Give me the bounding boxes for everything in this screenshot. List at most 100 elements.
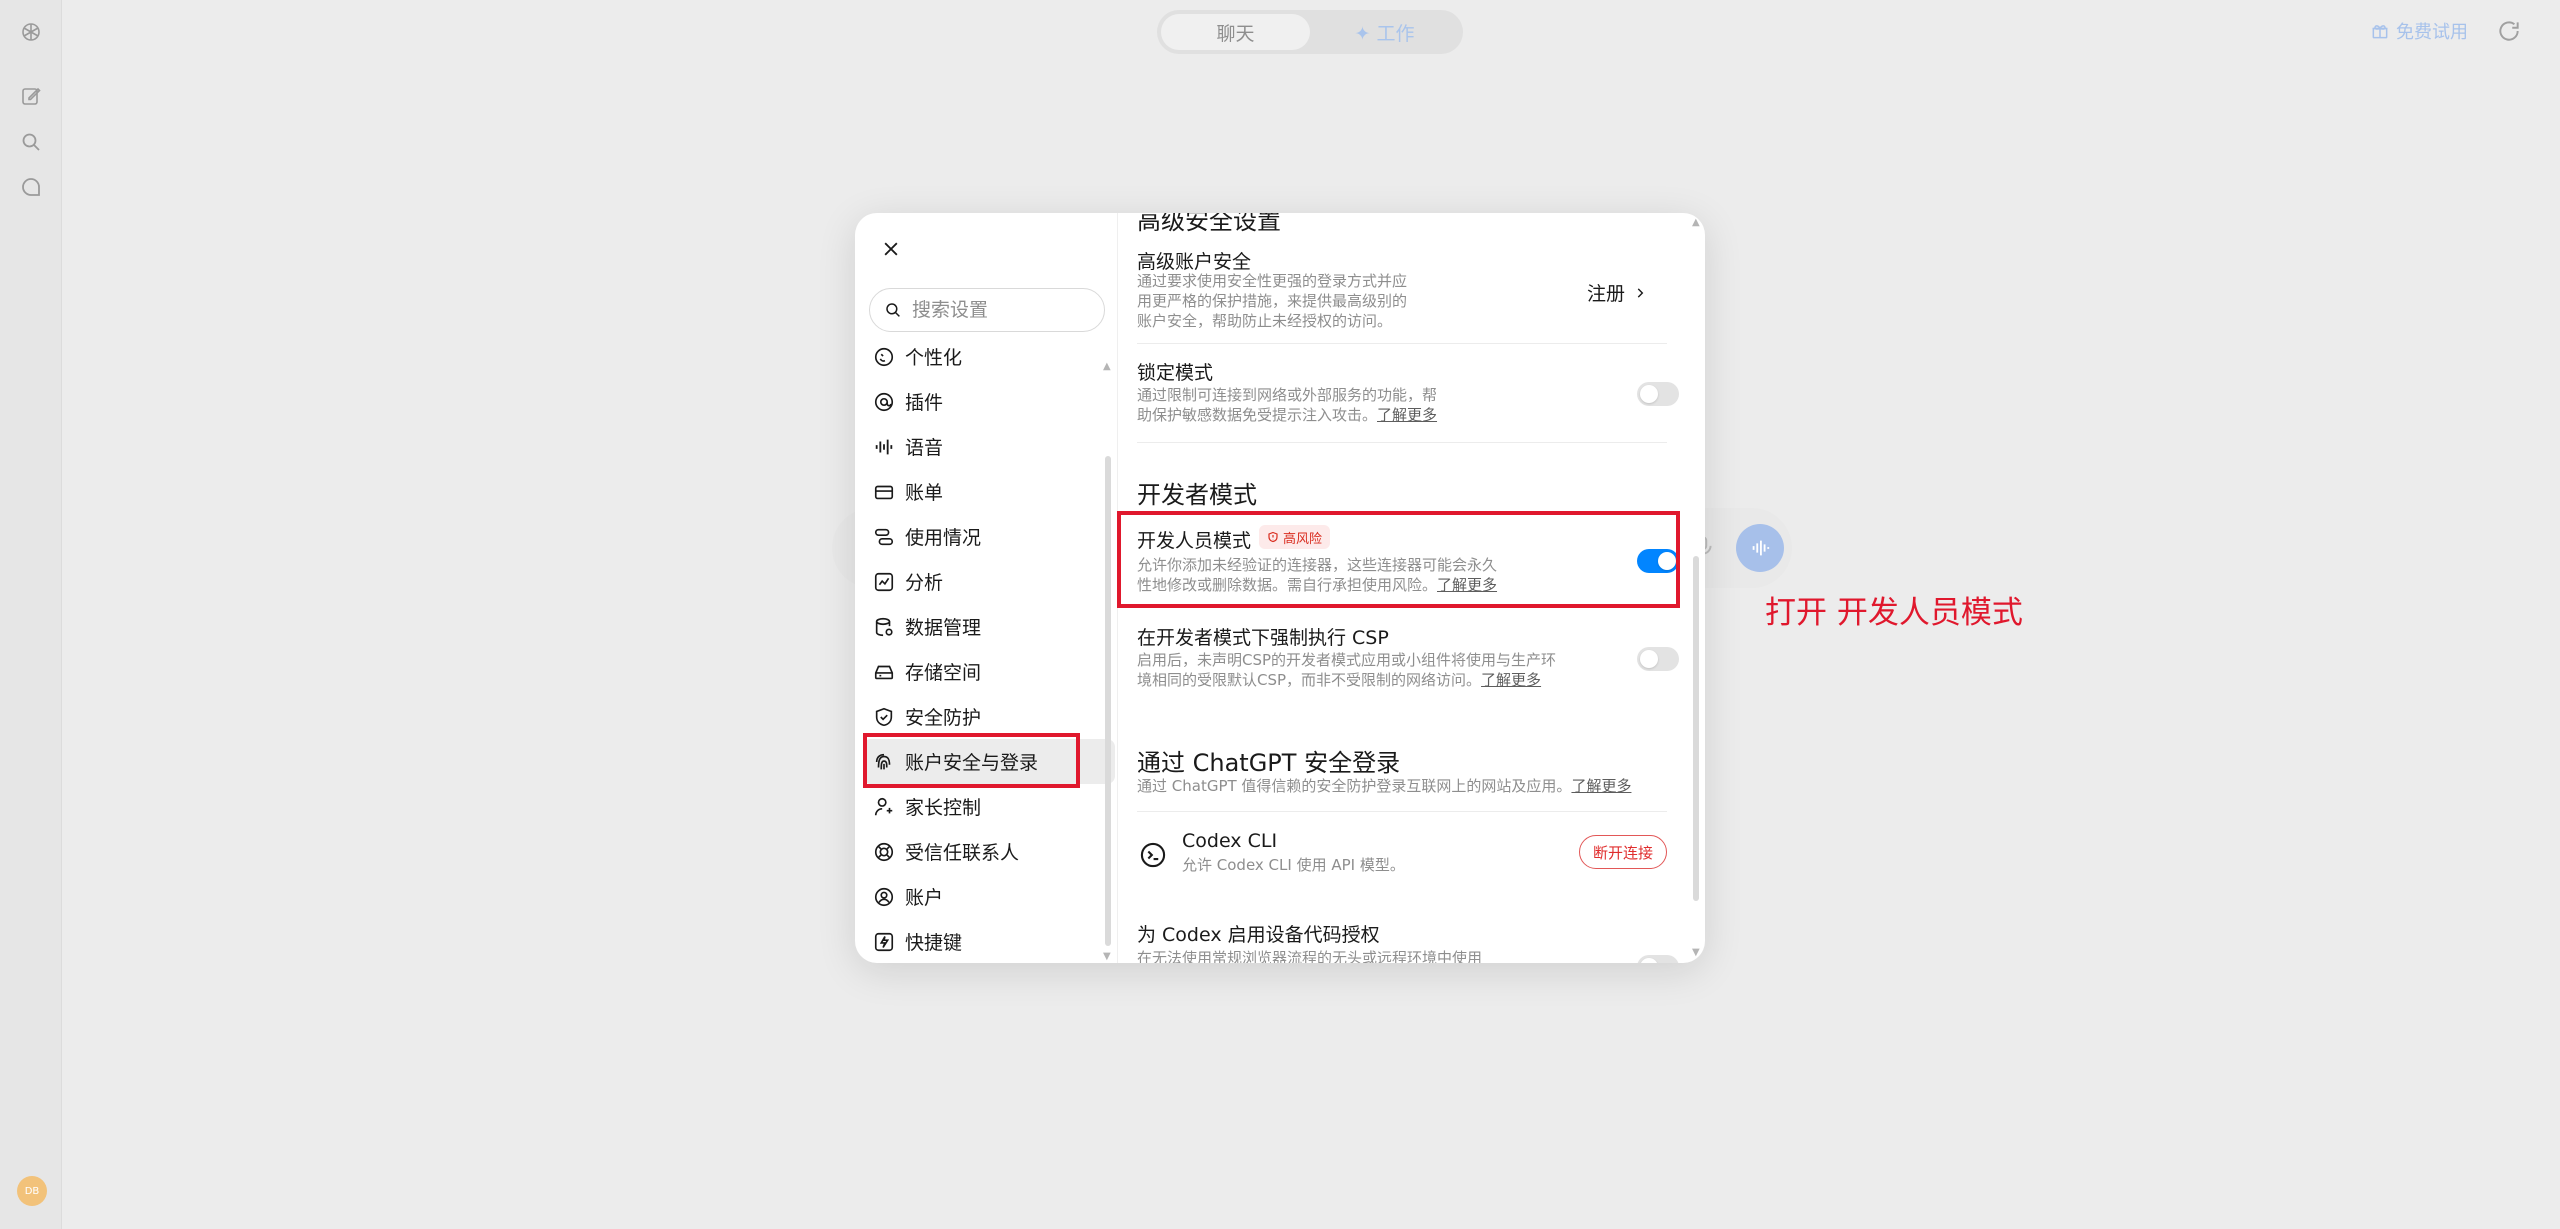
free-trial-button[interactable]: 免费试用 [2370,18,2468,44]
openai-logo-icon[interactable] [19,20,43,44]
nav-item-parental-controls[interactable]: 家长控制 [863,784,1115,829]
nav-item-label: 数据管理 [905,617,982,639]
highlight-box-account-security [863,733,1080,788]
nav-item-data-controls[interactable]: 数据管理 [863,604,1115,649]
contacts-icon [874,842,894,861]
lockdown-learn-more-link[interactable]: 了解更多 [1377,406,1437,424]
plugin-icon [874,392,894,411]
free-trial-label: 免费试用 [2396,22,2468,43]
nav-item-trusted-contacts[interactable]: 受信任联系人 [863,829,1115,874]
billing-card-icon [874,485,894,499]
scroll-down-icon[interactable]: ▼ [1692,947,1700,958]
scroll-up-icon[interactable]: ▲ [1692,217,1700,228]
register-button[interactable]: 注册 [1587,279,1647,306]
shield-icon [875,707,893,726]
nav-item-analytics[interactable]: 分析 [863,559,1115,604]
analytics-icon [874,572,894,591]
new-chat-icon[interactable] [19,84,43,108]
desc-line: 账户安全，帮助防止未经授权的访问。 [1137,312,1393,330]
nav-scroll-thumb[interactable] [1105,456,1111,946]
chatgpt-login-desc: 通过 ChatGPT 值得信赖的安全防护登录互联网上的网站及应用。了解更多 [1137,776,1631,796]
nav-item-usage[interactable]: 使用情况 [863,514,1115,559]
close-button[interactable] [877,235,905,263]
nav-item-label: 存储空间 [905,662,982,684]
personalize-icon [874,347,894,366]
disconnect-button[interactable]: 断开连接 [1579,835,1667,869]
csp-toggle[interactable] [1637,647,1679,671]
nav-item-label: 受信任联系人 [905,842,1020,864]
nav-item-label: 使用情况 [905,527,982,549]
desc-line: 境相同的受限默认CSP，而非不受限制的网络访问。 [1137,671,1482,689]
csp-desc: 启用后，未声明CSP的开发者模式应用或小组件将使用与生产环 境相同的受限默认CS… [1137,650,1556,690]
nav-item-label: 账户 [905,887,944,909]
nav-item-plugins[interactable]: 插件 [863,379,1115,424]
voice-mode-icon [1736,524,1784,572]
annotation-label: 打开 开发人员模式 [1765,595,2023,631]
desc-line: 通过 ChatGPT 值得信赖的安全防护登录互联网上的网站及应用。 [1137,777,1572,795]
nav-item-label: 账单 [905,482,944,504]
desc-line: 启用后，未声明CSP的开发者模式应用或小组件将使用与生产环 [1137,651,1557,669]
content-scroll-thumb[interactable] [1693,556,1699,901]
scroll-up-icon[interactable]: ▲ [1103,361,1111,372]
mode-switch: 聊天 ✦ 工作 [1157,10,1463,54]
scroll-down-icon[interactable]: ▼ [1103,951,1111,962]
usage-icon [874,528,894,545]
work-mode-tab[interactable]: ✦ 工作 [1310,14,1459,50]
desc-line: 通过要求使用安全性更强的登录方式并应 [1137,272,1408,290]
gift-icon [2372,25,2388,39]
nav-item-shortcuts[interactable]: 快捷键 [863,919,1115,963]
voice-icon [875,439,893,454]
nav-scrollbar[interactable]: ▲ ▼ [1103,361,1113,962]
search-icon [886,303,900,317]
chevron-right-icon [1637,287,1644,298]
shortcut-icon [874,932,894,951]
content-scrollbar[interactable]: ▲ ▼ [1689,213,1703,963]
desc-line: 通过限制可连接到网络或外部服务的功能，帮 [1137,386,1438,404]
close-icon [884,242,898,256]
nav-item-voice[interactable]: 语音 [863,424,1115,469]
chat-mode-tab[interactable]: 聊天 [1161,14,1310,50]
nav-item-storage[interactable]: 存储空间 [863,649,1115,694]
chatgpt-login-heading: 通过 ChatGPT 安全登录 [1137,749,1401,777]
codex-cli-title: Codex CLI [1182,830,1278,852]
nav-item-label: 安全防护 [905,707,982,729]
developer-mode-heading: 开发者模式 [1137,481,1257,509]
codex-cli-desc: 允许 Codex CLI 使用 API 模型。 [1182,856,1405,874]
left-rail: DB [0,0,62,1229]
storage-icon [874,665,894,679]
divider [1137,442,1667,443]
codex-device-auth-toggle[interactable] [1637,955,1679,963]
advanced-account-security-desc: 通过要求使用安全性更强的登录方式并应 用更严格的保护措施，来提供最高级别的 账户… [1137,271,1407,331]
lockdown-title: 锁定模式 [1137,362,1214,384]
search-icon[interactable] [19,130,43,154]
chat-bubble-icon[interactable] [19,175,43,199]
register-label: 注册 [1587,283,1626,305]
settings-search[interactable] [869,288,1105,332]
desc-line: 助保护敏感数据免受提示注入攻击。 [1137,406,1378,424]
nav-item-label: 语音 [905,437,944,459]
search-input[interactable] [912,299,1082,321]
nav-item-label: 个性化 [905,347,963,369]
refresh-icon[interactable] [2496,18,2522,44]
divider [1137,811,1667,812]
codex-device-auth-title: 为 Codex 启用设备代码授权 [1137,924,1380,946]
nav-item-label: 分析 [905,572,944,594]
parent-icon [874,797,893,815]
nav-item-billing[interactable]: 账单 [863,469,1115,514]
nav-item-account[interactable]: 账户 [863,874,1115,919]
nav-item-label: 插件 [905,392,944,414]
csp-title: 在开发者模式下强制执行 CSP [1137,627,1389,649]
nav-item-personalization[interactable]: 个性化 [863,334,1115,379]
nav-item-label: 快捷键 [905,932,963,954]
nav-item-label: 家长控制 [905,797,982,819]
chatgpt-login-learn-more-link[interactable]: 了解更多 [1571,777,1631,795]
lockdown-desc: 通过限制可连接到网络或外部服务的功能，帮 助保护敏感数据免受提示注入攻击。了解更… [1137,385,1437,425]
divider [1137,343,1667,344]
advanced-account-security-title: 高级账户安全 [1137,251,1252,273]
terminal-icon [1139,841,1167,869]
lockdown-toggle[interactable] [1637,382,1679,406]
avatar[interactable]: DB [17,1176,47,1206]
data-icon [875,617,893,636]
csp-learn-more-link[interactable]: 了解更多 [1481,671,1541,689]
advanced-security-heading: 高级安全设置 [1137,213,1281,235]
